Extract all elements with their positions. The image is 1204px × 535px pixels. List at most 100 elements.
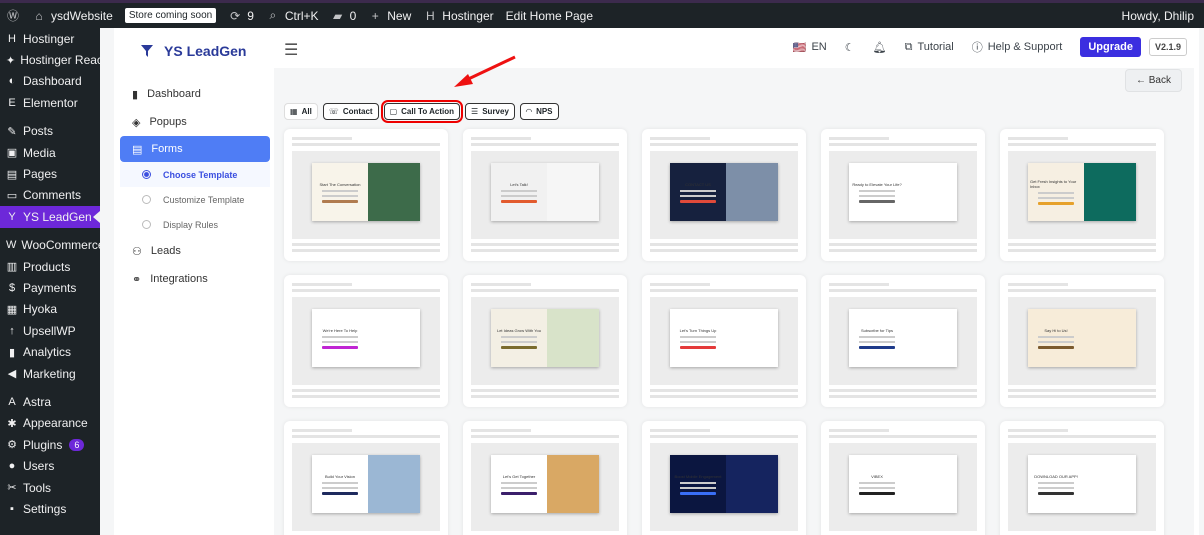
nav-popups[interactable]: ◈ Popups bbox=[120, 108, 270, 136]
wpmenu-item-analytics[interactable]: ▮ Analytics bbox=[0, 341, 100, 362]
wpmenu-item-products[interactable]: ▥ Products bbox=[0, 256, 100, 277]
step-dot-icon bbox=[142, 195, 151, 204]
mock-footer-line bbox=[292, 249, 440, 252]
comments-link[interactable]: ▰ 0 bbox=[325, 3, 363, 28]
wpmenu-item-posts[interactable]: ✎ Posts bbox=[0, 121, 100, 142]
template-preview: Let's Get Together bbox=[491, 455, 599, 513]
dark-mode-toggle[interactable]: ☾ bbox=[845, 41, 855, 54]
filter-contact[interactable]: ☏ Contact bbox=[322, 103, 379, 120]
wpmenu-item-woocommerce[interactable]: W WooCommerce bbox=[0, 235, 105, 256]
wpmenu-item-settings[interactable]: ▪ Settings bbox=[0, 498, 100, 519]
mock-field bbox=[500, 486, 538, 489]
users-icon: ⚇ bbox=[132, 245, 142, 258]
template-card[interactable]: VIBEX bbox=[821, 421, 985, 535]
template-card[interactable]: Let's Turn Things Up bbox=[642, 275, 806, 407]
layers-icon: ◈ bbox=[132, 116, 141, 129]
notifications-button[interactable]: 🔔︎ bbox=[873, 41, 887, 54]
wpmenu-item-elementor[interactable]: E Elementor bbox=[0, 92, 100, 113]
menu-label: Analytics bbox=[23, 345, 72, 360]
search-shortcut[interactable]: ⌕ Ctrl+K bbox=[260, 3, 325, 28]
wpmenu-item-ys-leadgen[interactable]: Y YS LeadGen bbox=[0, 206, 100, 228]
posts-icon: ✎ bbox=[7, 125, 17, 138]
tutorial-link[interactable]: ⧉ Tutorial bbox=[905, 41, 954, 54]
mock-nav-line bbox=[292, 429, 352, 432]
filter-all[interactable]: ▦ All bbox=[284, 103, 318, 120]
new-link[interactable]: + New bbox=[362, 3, 417, 28]
template-card[interactable]: Let's Get Together bbox=[463, 421, 627, 535]
step-customize-template[interactable]: Customize Template bbox=[120, 187, 270, 212]
wpmenu-item-users[interactable]: ● Users bbox=[0, 455, 100, 476]
menu-label: Hostinger bbox=[23, 31, 75, 46]
mock-field bbox=[500, 335, 538, 338]
wpmenu-item-marketing[interactable]: ◀ Marketing bbox=[0, 363, 100, 384]
wpmenu-item-hostinger-reach[interactable]: ✦ Hostinger Reach bbox=[0, 49, 110, 70]
hostinger-reach-icon: ✦ bbox=[6, 54, 16, 67]
filter-call-to-action[interactable]: ▢ Call To Action bbox=[380, 100, 464, 123]
template-card[interactable]: Subscribe for Tips bbox=[821, 275, 985, 407]
wpmenu-item-payments[interactable]: $ Payments bbox=[0, 277, 100, 298]
site-name-link[interactable]: ⌂ ysdWebsite bbox=[26, 3, 119, 28]
mock-nav-line bbox=[650, 143, 798, 146]
admin-menu: H Hostinger ✦ Hostinger Reach ◐ Dashboard E Ele… bbox=[0, 28, 110, 535]
wpmenu-item-upsellwp[interactable]: ↑ UpsellWP bbox=[0, 320, 100, 341]
template-card[interactable]: We're Here To Help bbox=[284, 275, 448, 407]
back-button[interactable]: ← Back bbox=[1124, 69, 1182, 92]
mock-nav-line bbox=[292, 289, 440, 292]
mock-nav-line bbox=[650, 429, 710, 432]
language-selector[interactable]: 🇺🇸 EN bbox=[793, 41, 827, 54]
menu-toggle-icon[interactable]: ☰ bbox=[284, 40, 298, 60]
mock-nav-line bbox=[471, 289, 619, 292]
template-content: ← Back ▦ All ☏ Contact ▢ Call To Action ☰ Su… bbox=[274, 68, 1194, 535]
nav-forms[interactable]: ▤ Forms bbox=[120, 136, 270, 162]
template-card[interactable]: Boost Mobile Engagement bbox=[642, 421, 806, 535]
step-dot-icon bbox=[142, 170, 151, 179]
template-card[interactable]: Let Ideas Grow With You bbox=[463, 275, 627, 407]
wpmenu-item-hostinger[interactable]: H Hostinger bbox=[0, 28, 100, 49]
plugin-logo[interactable]: YS LeadGen bbox=[140, 43, 246, 59]
filter-survey[interactable]: ☰ Survey bbox=[465, 103, 515, 120]
store-badge[interactable]: Store coming soon bbox=[119, 3, 222, 28]
products-icon: ▥ bbox=[6, 261, 18, 274]
template-card[interactable]: Get Fresh Insights to Your Inbox bbox=[1000, 129, 1164, 261]
wpmenu-item-appearance[interactable]: ✱ Appearance bbox=[0, 413, 100, 434]
mock-nav-line bbox=[471, 435, 619, 438]
wpmenu-item-plugins[interactable]: ⚙ Plugins 6 bbox=[0, 434, 100, 455]
template-card[interactable]: Build Your Vision bbox=[284, 421, 448, 535]
account-link[interactable]: Howdy, Dhilip bbox=[1116, 3, 1204, 28]
nav-leads[interactable]: ⚇ Leads bbox=[120, 237, 270, 265]
mock-field bbox=[321, 194, 359, 197]
updates-link[interactable]: ⟳ 9 bbox=[222, 3, 260, 28]
wpmenu-item-tools[interactable]: ✂ Tools bbox=[0, 477, 100, 498]
hostinger-link[interactable]: H Hostinger bbox=[417, 3, 499, 28]
template-title: Let's Get Together bbox=[502, 473, 536, 479]
template-card[interactable]: Let's Talk! bbox=[463, 129, 627, 261]
wpmenu-item-comments[interactable]: ▭ Comments bbox=[0, 185, 100, 206]
wpmenu-item-pages[interactable]: ▤ Pages bbox=[0, 163, 100, 184]
template-card[interactable]: CONTACT US bbox=[642, 129, 806, 261]
step-display-rules[interactable]: Display Rules bbox=[120, 212, 270, 237]
wordpress-logo[interactable]: Ⓦ bbox=[0, 3, 26, 28]
wpmenu-item-media[interactable]: ▣ Media bbox=[0, 142, 100, 163]
template-preview: Subscribe for Tips bbox=[849, 309, 957, 367]
wpmenu-item-hyoka[interactable]: ▦ Hyoka bbox=[0, 299, 100, 320]
mock-nav-line bbox=[1008, 137, 1068, 140]
template-card[interactable]: DOWNLOAD OUR APP! bbox=[1000, 421, 1164, 535]
template-preview: We're Here To Help bbox=[312, 309, 420, 367]
nav-integrations[interactable]: ⚭ Integrations bbox=[120, 265, 270, 293]
nav-dashboard[interactable]: ▮ Dashboard bbox=[120, 80, 270, 108]
template-card[interactable]: Start The Conversation bbox=[284, 129, 448, 261]
filter-nps[interactable]: ◠ NPS bbox=[519, 103, 559, 120]
template-filters: ▦ All ☏ Contact ▢ Call To Action ☰ Survey ◠ N… bbox=[284, 100, 559, 123]
wpmenu-item-dashboard[interactable]: ◐ Dashboard bbox=[0, 71, 100, 92]
template-card[interactable]: Say Hi to Us! bbox=[1000, 275, 1164, 407]
edit-home-link[interactable]: Edit Home Page bbox=[500, 3, 599, 28]
template-card[interactable]: Ready to Elevate Your Life? bbox=[821, 129, 985, 261]
refresh-icon: ⟳ bbox=[230, 8, 241, 23]
wpmenu-item-astra[interactable]: A Astra bbox=[0, 391, 100, 412]
menu-separator bbox=[0, 114, 100, 121]
home-icon: ⌂ bbox=[35, 8, 43, 23]
upgrade-button[interactable]: Upgrade bbox=[1080, 37, 1141, 57]
step-choose-template[interactable]: Choose Template bbox=[120, 162, 270, 187]
mock-footer-line bbox=[1008, 395, 1156, 398]
help-link[interactable]: ⓘ Help & Support bbox=[972, 39, 1063, 55]
